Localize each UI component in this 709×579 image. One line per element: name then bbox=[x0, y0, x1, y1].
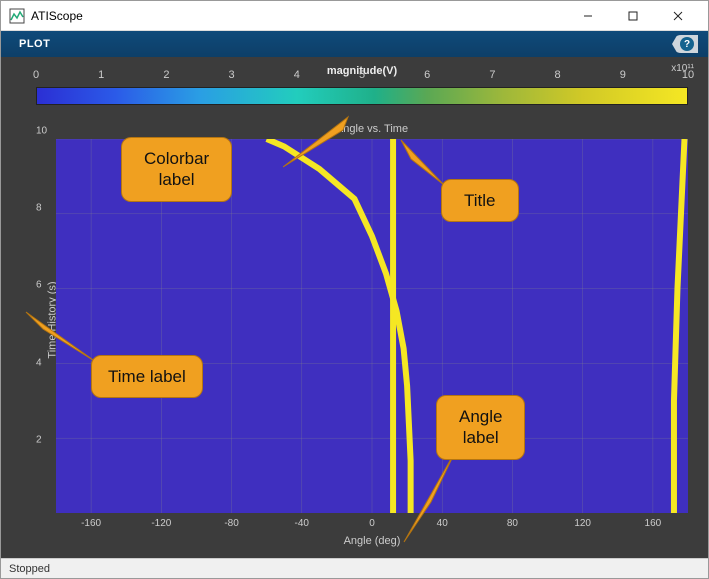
annotation-angle-label: Angle label bbox=[436, 395, 525, 460]
colorbar-tick: 0 bbox=[33, 69, 39, 81]
app-icon bbox=[9, 8, 25, 24]
toolbar: PLOT ? bbox=[1, 31, 708, 57]
colorbar-tick: 3 bbox=[229, 69, 235, 81]
tab-plot[interactable]: PLOT bbox=[11, 34, 58, 54]
status-text: Stopped bbox=[9, 563, 50, 575]
annotation-pointer-icon bbox=[396, 447, 462, 547]
help-button[interactable]: ? bbox=[672, 35, 698, 53]
colorbar-tick: 5 bbox=[359, 69, 365, 81]
colorbar: magnitude(V) x10¹¹ 012345678910 bbox=[36, 65, 688, 113]
x-tick: -160 bbox=[81, 518, 101, 529]
colorbar-tick: 1 bbox=[98, 69, 104, 81]
colorbar-ticks: 012345678910 bbox=[36, 65, 688, 79]
x-axis-label: Angle (deg) bbox=[344, 535, 401, 547]
x-tick: 0 bbox=[369, 518, 375, 529]
y-tick: 2 bbox=[36, 434, 42, 445]
annotation-title: Title bbox=[441, 179, 519, 222]
annotation-pointer-icon bbox=[21, 307, 101, 367]
colorbar-tick: 4 bbox=[294, 69, 300, 81]
colorbar-tick: 10 bbox=[682, 69, 694, 81]
x-tick: 80 bbox=[507, 518, 518, 529]
plot-area: magnitude(V) x10¹¹ 012345678910 Angle vs… bbox=[1, 57, 708, 558]
status-bar: Stopped bbox=[1, 558, 708, 578]
x-tick: 160 bbox=[645, 518, 662, 529]
close-button[interactable] bbox=[655, 2, 700, 30]
help-icon: ? bbox=[680, 37, 694, 51]
colorbar-tick: 2 bbox=[163, 69, 169, 81]
x-tick: -80 bbox=[224, 518, 238, 529]
annotation-time-label: Time label bbox=[91, 355, 203, 398]
colorbar-gradient bbox=[36, 87, 688, 105]
window-title: ATIScope bbox=[31, 9, 565, 23]
colorbar-tick: 6 bbox=[424, 69, 430, 81]
y-tick: 8 bbox=[36, 203, 42, 214]
annotation-colorbar-label: Colorbar label bbox=[121, 137, 232, 202]
app-window: ATIScope PLOT ? magnitude(V) x10¹¹ 01234… bbox=[0, 0, 709, 579]
colorbar-tick: 7 bbox=[489, 69, 495, 81]
colorbar-tick: 8 bbox=[555, 69, 561, 81]
y-tick: 10 bbox=[36, 126, 47, 137]
annotation-pointer-icon bbox=[283, 112, 363, 172]
x-tick: 120 bbox=[574, 518, 591, 529]
maximize-button[interactable] bbox=[610, 2, 655, 30]
x-tick: -120 bbox=[151, 518, 171, 529]
titlebar: ATIScope bbox=[1, 1, 708, 31]
colorbar-tick: 9 bbox=[620, 69, 626, 81]
y-tick: 6 bbox=[36, 280, 42, 291]
minimize-button[interactable] bbox=[565, 2, 610, 30]
x-tick: -40 bbox=[295, 518, 309, 529]
